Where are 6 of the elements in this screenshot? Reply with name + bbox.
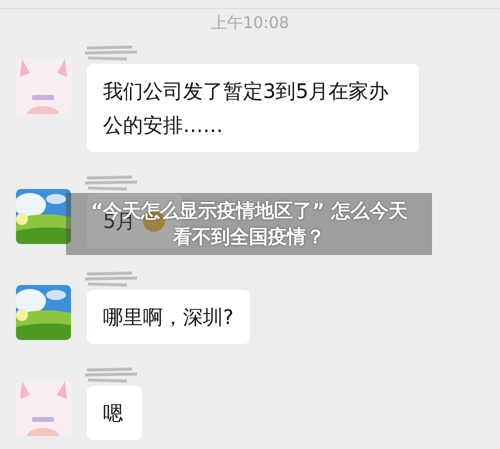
message-bubble: 哪里啊，深圳? [87,290,250,344]
avatar-drawing [16,59,71,114]
message-bubble: 嗯 [87,386,142,440]
timestamp: 上午10:08 [210,13,290,34]
message-bubble: 我们公司发了暂定3到5月在家办公的安排…… [87,64,419,152]
avatar-drawing [16,381,71,436]
